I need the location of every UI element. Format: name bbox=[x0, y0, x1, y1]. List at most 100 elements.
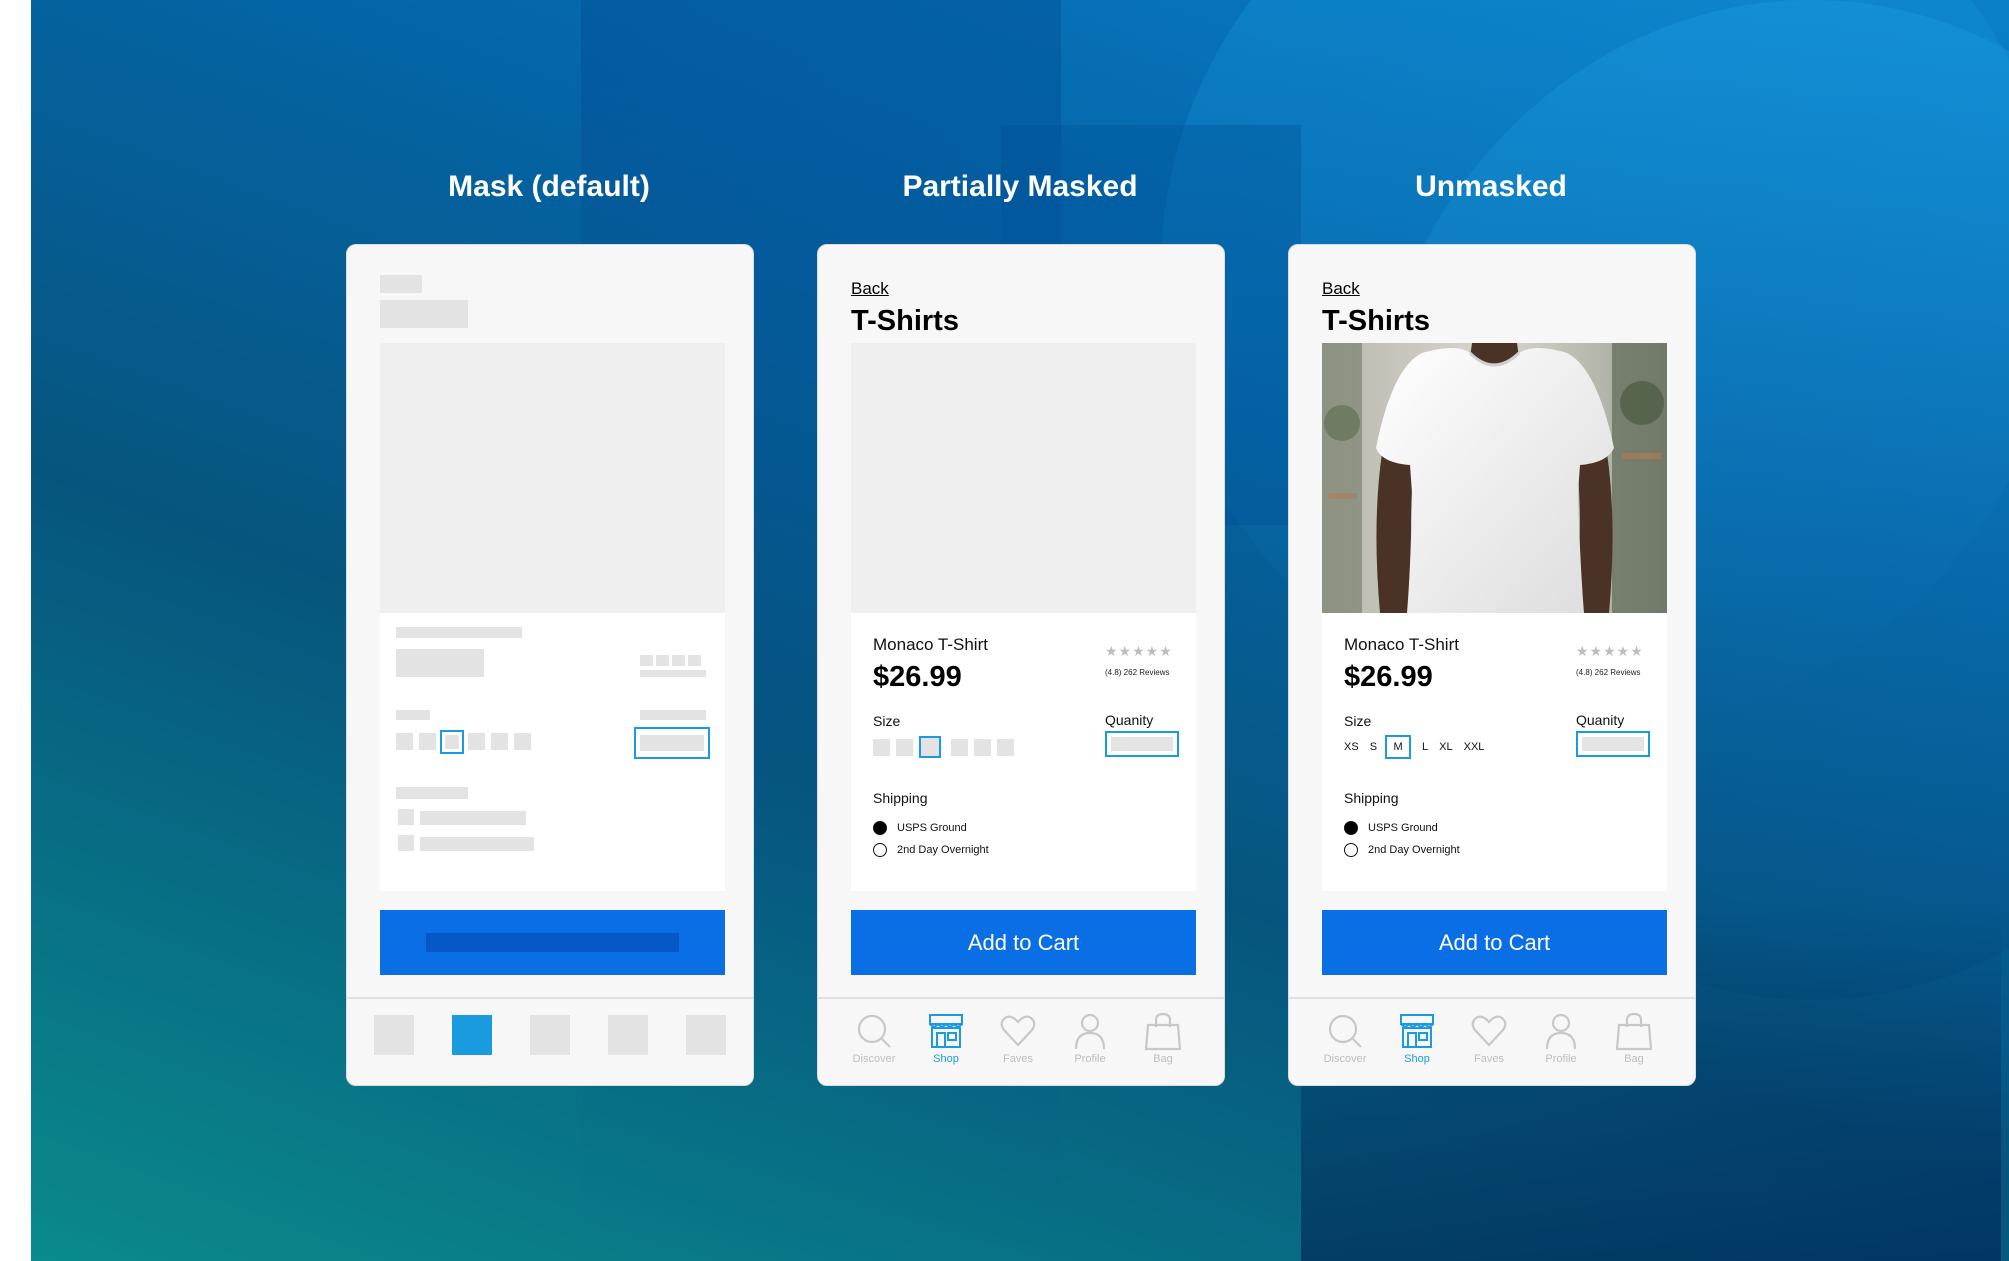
shipping-option[interactable]: 2nd Day Overnight bbox=[1344, 843, 1460, 857]
size-option[interactable]: S bbox=[1370, 735, 1377, 759]
tab-discover[interactable]: Discover bbox=[1314, 1011, 1376, 1065]
shipping-label: Shipping bbox=[873, 790, 928, 806]
masked-radio-label bbox=[420, 837, 534, 851]
page-title: T-Shirts bbox=[1322, 305, 1430, 337]
masked-size-option[interactable] bbox=[419, 733, 436, 750]
product-card: Monaco T-Shirt $26.99 ★★★★★ (4.8) 262 Re… bbox=[1322, 613, 1667, 891]
tab-bar: Discover Shop Faves Profile Bag bbox=[818, 997, 1224, 1085]
heart-icon bbox=[1471, 1015, 1507, 1047]
radio-unselected-icon[interactable] bbox=[1344, 843, 1358, 857]
masked-product-image bbox=[851, 343, 1196, 613]
phone-mask-default bbox=[346, 244, 754, 1086]
masked-radio[interactable] bbox=[398, 835, 414, 851]
size-option[interactable]: XXL bbox=[1464, 735, 1485, 759]
masked-reviews bbox=[640, 670, 706, 677]
column-title-unmasked: Unmasked bbox=[1415, 170, 1567, 203]
tab-profile[interactable]: Profile bbox=[1059, 1011, 1121, 1065]
size-option[interactable]: L bbox=[1422, 735, 1428, 759]
quantity-field[interactable] bbox=[1576, 731, 1650, 757]
shipping-label: Shipping bbox=[1344, 790, 1399, 806]
heart-icon bbox=[1000, 1015, 1036, 1047]
shipping-option-label: USPS Ground bbox=[1368, 822, 1438, 834]
masked-tab-bar bbox=[347, 997, 753, 1085]
tab-profile[interactable]: Profile bbox=[1530, 1011, 1592, 1065]
masked-star bbox=[656, 655, 669, 666]
tab-label: Profile bbox=[1545, 1053, 1577, 1065]
person-icon bbox=[1545, 1013, 1577, 1050]
search-icon bbox=[1328, 1014, 1362, 1048]
tab-faves[interactable]: Faves bbox=[1458, 1011, 1520, 1065]
back-link[interactable]: Back bbox=[851, 279, 889, 299]
masked-star bbox=[640, 655, 653, 666]
masked-product-image bbox=[380, 343, 725, 613]
masked-tab[interactable] bbox=[686, 1015, 726, 1055]
shipping-option-label: USPS Ground bbox=[897, 822, 967, 834]
masked-page-title bbox=[380, 300, 468, 328]
masked-size-label bbox=[396, 710, 430, 720]
masked-size-option[interactable] bbox=[491, 733, 508, 750]
radio-selected-icon[interactable] bbox=[1344, 821, 1358, 835]
person-icon bbox=[1074, 1013, 1106, 1050]
masked-size-option-selected[interactable] bbox=[919, 736, 941, 758]
masked-tab[interactable] bbox=[608, 1015, 648, 1055]
search-icon bbox=[857, 1014, 891, 1048]
masked-size-option[interactable] bbox=[396, 733, 413, 750]
shipping-option[interactable]: USPS Ground bbox=[873, 821, 967, 835]
review-count[interactable]: (4.8) 262 Reviews bbox=[1105, 668, 1169, 677]
tab-shop[interactable]: Shop bbox=[1386, 1011, 1448, 1065]
rating-stars: ★★★★★ bbox=[1576, 643, 1644, 659]
page-title: T-Shirts bbox=[851, 305, 959, 337]
masked-shipping-label bbox=[396, 787, 468, 799]
masked-tab-active[interactable] bbox=[452, 1015, 492, 1055]
phone-unmasked: Back T-Shirts Monaco T-Shirt $26.99 ★★★★… bbox=[1288, 244, 1696, 1086]
masked-star bbox=[672, 655, 685, 666]
tab-label: Shop bbox=[1404, 1053, 1430, 1065]
back-link[interactable]: Back bbox=[1322, 279, 1360, 299]
quantity-label: Quanity bbox=[1105, 712, 1154, 728]
masked-size-option[interactable] bbox=[997, 738, 1014, 756]
masked-size-option[interactable] bbox=[951, 738, 968, 756]
radio-unselected-icon[interactable] bbox=[873, 843, 887, 857]
masked-size-option[interactable] bbox=[974, 738, 991, 756]
add-to-cart-button[interactable]: Add to Cart bbox=[1322, 910, 1667, 975]
masked-back-link bbox=[380, 275, 422, 293]
size-option[interactable]: XS bbox=[1344, 735, 1359, 759]
masked-quantity-field[interactable] bbox=[634, 727, 710, 759]
masked-product-name bbox=[396, 627, 522, 638]
tab-bag[interactable]: Bag bbox=[1132, 1011, 1194, 1065]
masked-price bbox=[396, 649, 484, 677]
shipping-option[interactable]: 2nd Day Overnight bbox=[873, 843, 989, 857]
size-option-selected[interactable]: M bbox=[1385, 735, 1412, 759]
radio-selected-icon[interactable] bbox=[873, 821, 887, 835]
size-option[interactable]: XL bbox=[1439, 735, 1452, 759]
size-label: Size bbox=[1344, 713, 1372, 729]
tab-bar: Discover Shop Faves Profile Bag bbox=[1289, 997, 1695, 1085]
masked-size-option[interactable] bbox=[514, 733, 531, 750]
tab-bag[interactable]: Bag bbox=[1603, 1011, 1665, 1065]
masked-size-option-selected[interactable] bbox=[440, 730, 464, 754]
masked-radio[interactable] bbox=[398, 809, 414, 825]
masked-size-option[interactable] bbox=[873, 738, 890, 756]
masked-radio-label bbox=[420, 811, 526, 825]
shipping-option[interactable]: USPS Ground bbox=[1344, 821, 1438, 835]
product-photo-image bbox=[1322, 343, 1667, 613]
tab-faves[interactable]: Faves bbox=[987, 1011, 1049, 1065]
masked-tab[interactable] bbox=[530, 1015, 570, 1055]
add-to-cart-button[interactable]: Add to Cart bbox=[851, 910, 1196, 975]
tab-discover[interactable]: Discover bbox=[843, 1011, 905, 1065]
tab-label: Shop bbox=[933, 1053, 959, 1065]
quantity-field[interactable] bbox=[1105, 731, 1179, 757]
masked-product-card bbox=[380, 613, 725, 891]
masked-quantity-label bbox=[640, 710, 706, 720]
product-price: $26.99 bbox=[873, 661, 962, 693]
product-image bbox=[1322, 343, 1667, 613]
rating-stars: ★★★★★ bbox=[1105, 643, 1173, 659]
tab-label: Faves bbox=[1003, 1053, 1033, 1065]
review-count[interactable]: (4.8) 262 Reviews bbox=[1576, 668, 1640, 677]
masked-tab[interactable] bbox=[374, 1015, 414, 1055]
masked-add-to-cart-button[interactable] bbox=[380, 910, 725, 975]
tab-shop[interactable]: Shop bbox=[915, 1011, 977, 1065]
tab-label: Profile bbox=[1074, 1053, 1106, 1065]
masked-size-option[interactable] bbox=[896, 738, 913, 756]
masked-size-option[interactable] bbox=[468, 733, 485, 750]
